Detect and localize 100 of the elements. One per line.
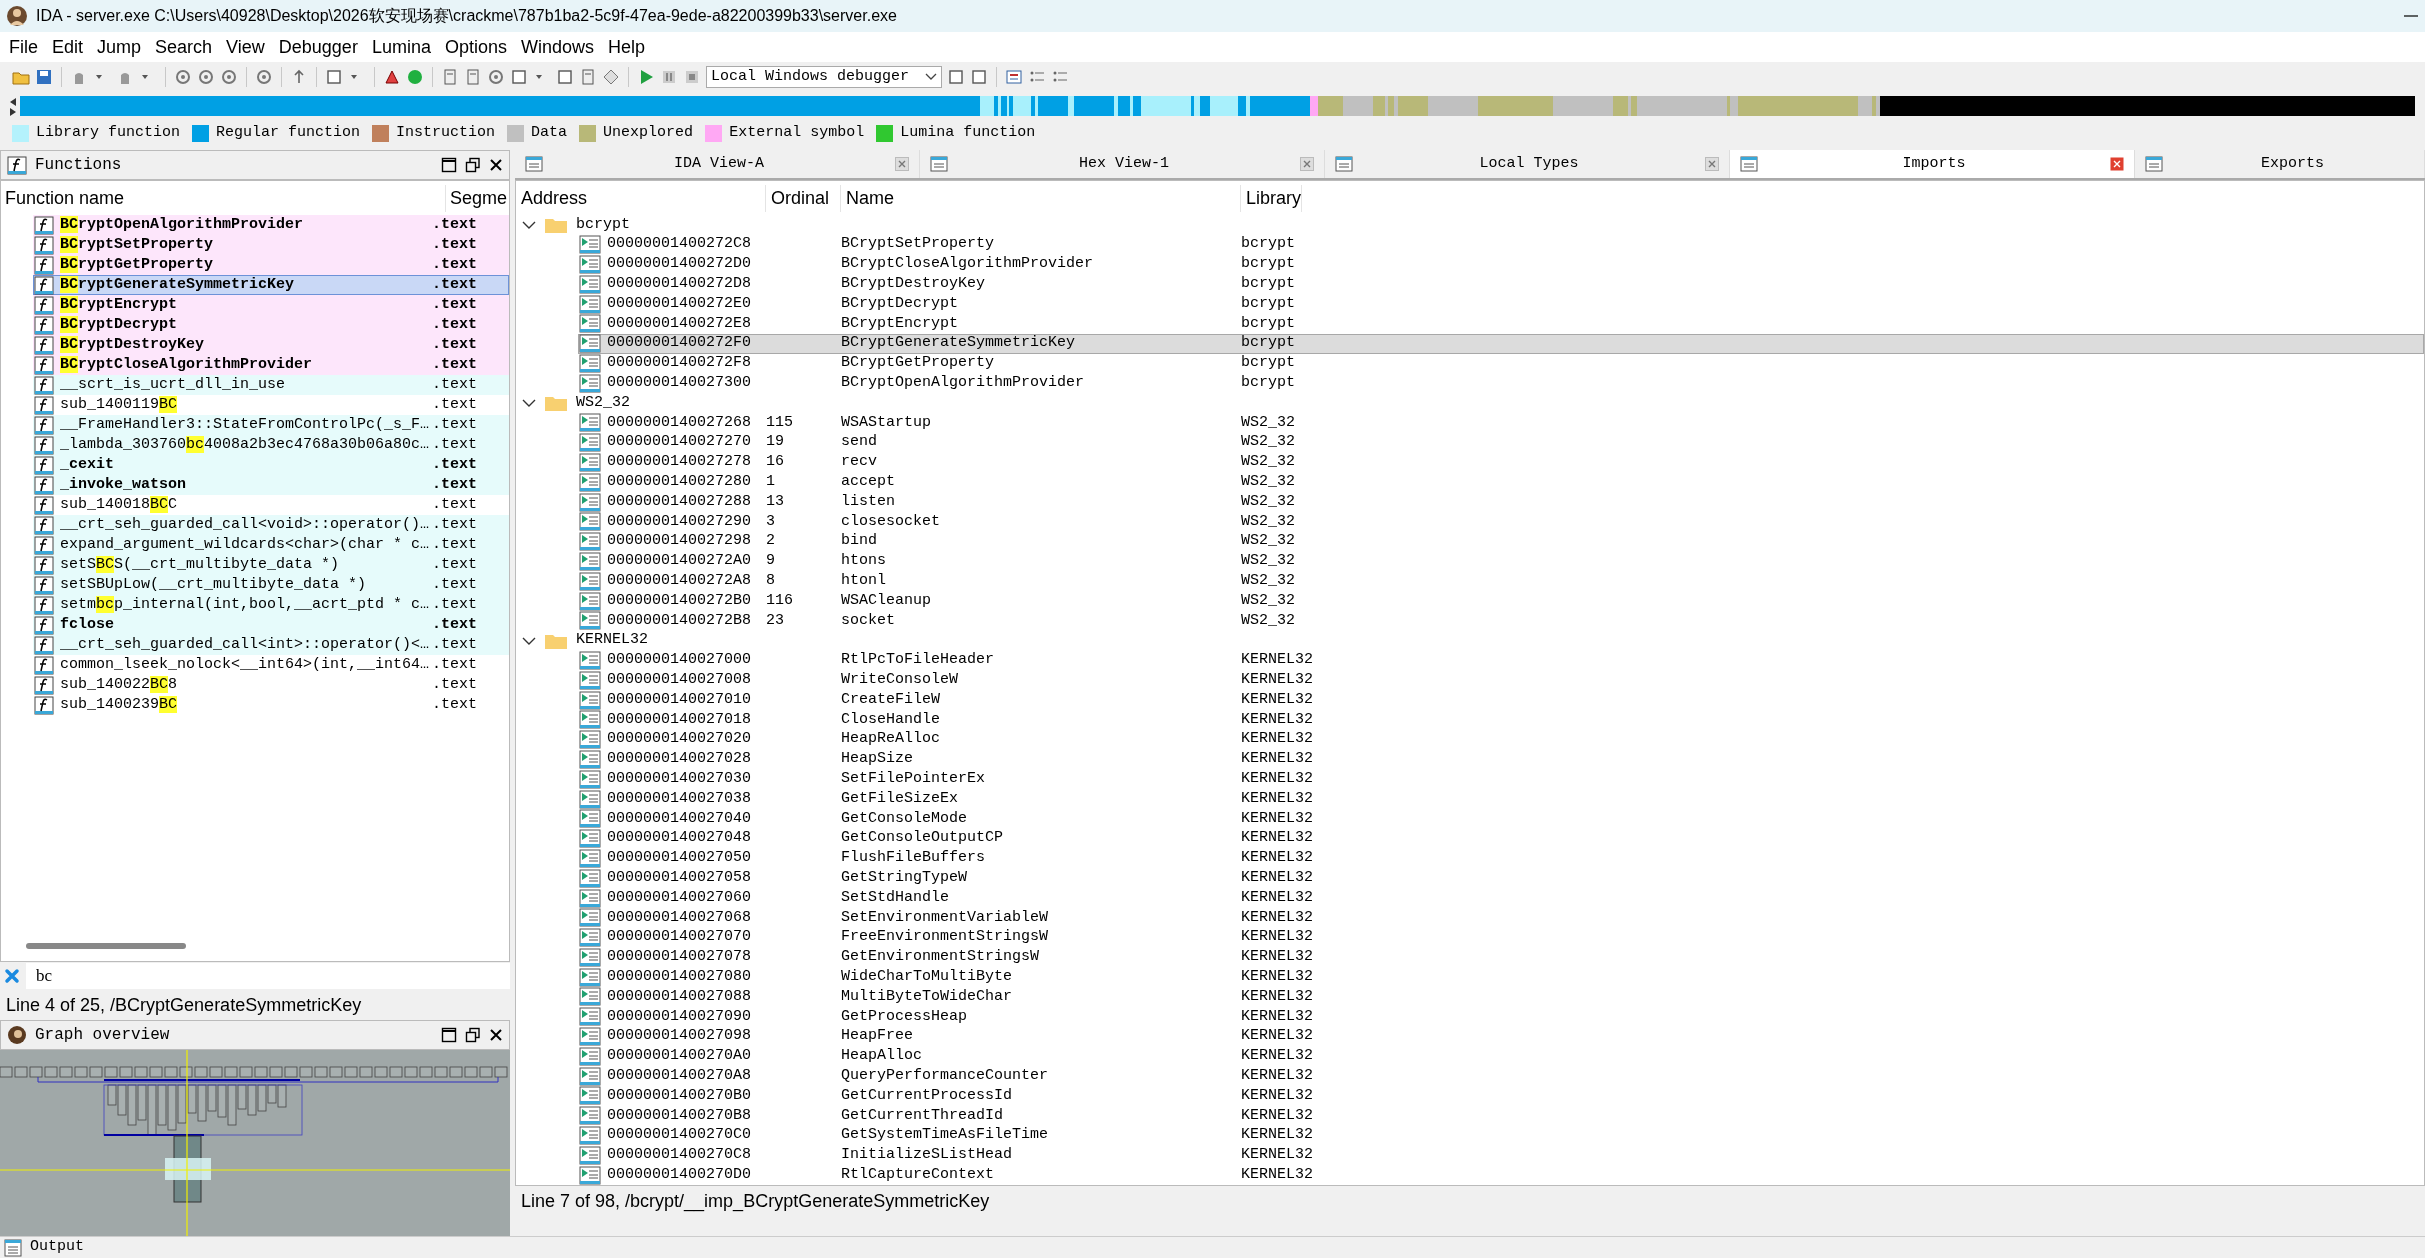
menu-item[interactable]: Lumina: [364, 33, 438, 61]
function-row[interactable]: _invoke_watson .text: [33, 475, 509, 495]
menu-item[interactable]: Help: [601, 33, 653, 61]
import-row[interactable]: 0000000140027078 GetEnvironmentStringsW KERNEL32: [578, 947, 2424, 968]
import-row[interactable]: 00000001400272D0 BCryptCloseAlgorithmProvider bcrypt: [578, 254, 2424, 275]
import-row[interactable]: 0000000140027038 GetFileSizeEx KERNEL32: [578, 789, 2424, 809]
import-row[interactable]: 00000001400272C8 BCryptSetProperty bcrypt: [578, 234, 2424, 255]
tab[interactable]: Imports: [1730, 150, 2135, 178]
import-row[interactable]: 00000001400272E8 BCryptEncrypt bcrypt: [578, 314, 2424, 334]
import-row[interactable]: 0000000140027080 WideCharToMultiByte KERNEL32: [578, 967, 2424, 988]
import-row[interactable]: 0000000140027050 FlushFileBuffers KERNEL32: [578, 848, 2424, 869]
import-row[interactable]: 00000001400270C0 GetSystemTimeAsFileTime KERNEL32: [578, 1125, 2424, 1146]
column-header[interactable]: Name: [841, 184, 1241, 212]
float-icon[interactable]: [465, 157, 481, 173]
column-header[interactable]: Ordinal: [766, 184, 841, 212]
import-row[interactable]: 00000001400270C8 InitializeSListHead KERNEL32: [578, 1145, 2424, 1166]
import-row[interactable]: 00000001400270D0 RtlCaptureContext KERNEL32: [578, 1165, 2424, 1186]
import-row[interactable]: 0000000140027020 HeapReAlloc KERNEL32: [578, 729, 2424, 750]
close-icon[interactable]: [489, 158, 503, 172]
square-icon[interactable]: [510, 68, 528, 86]
import-row[interactable]: 0000000140027000 RtlPcToFileHeader KERNEL32: [578, 650, 2424, 671]
import-row[interactable]: 0000000140027098 HeapFree KERNEL32: [578, 1026, 2424, 1047]
function-row[interactable]: BCryptEncrypt .text: [33, 295, 509, 315]
import-row[interactable]: 0000000140027010 CreateFileW KERNEL32: [578, 690, 2424, 710]
import-row[interactable]: 0000000140027270 19 send WS2_32: [578, 432, 2424, 453]
import-row[interactable]: 0000000140027290 3 closesocket WS2_32: [578, 511, 2424, 532]
stop-icon[interactable]: [683, 68, 701, 86]
import-row[interactable]: 00000001400272F0 BCryptGenerateSymmetricKey bcrypt: [578, 333, 2424, 354]
function-row[interactable]: __crt_seh_guarded_call<void>::operator()… .text: [33, 515, 509, 535]
column-header[interactable]: Segme: [446, 184, 508, 212]
column-header[interactable]: Address: [516, 184, 766, 212]
import-row[interactable]: 0000000140027088 MultiByteToWideChar KERNEL32: [578, 987, 2424, 1007]
menu-item[interactable]: Options: [437, 33, 514, 61]
menu-item[interactable]: Search: [148, 33, 220, 61]
maximize-icon[interactable]: [441, 1027, 457, 1043]
import-row[interactable]: 0000000140027278 16 recv WS2_32: [578, 452, 2424, 473]
function-row[interactable]: fclose .text: [33, 615, 509, 635]
circle-icon[interactable]: [406, 68, 424, 86]
page-icon[interactable]: [464, 68, 482, 86]
diamond-icon[interactable]: [602, 68, 620, 86]
square-icon[interactable]: [556, 68, 574, 86]
ring-icon[interactable]: [255, 68, 273, 86]
function-row[interactable]: expand_argument_wildcards<char>(char * c… .text: [33, 535, 509, 555]
save-icon[interactable]: [35, 68, 53, 86]
pause-icon[interactable]: [660, 68, 678, 86]
clear-filter-icon[interactable]: [4, 968, 20, 984]
menu-item[interactable]: Edit: [45, 33, 91, 61]
import-row[interactable]: 00000001400272A0 9 htons WS2_32: [578, 551, 2424, 572]
import-row[interactable]: 0000000140027288 13 listen WS2_32: [578, 492, 2424, 512]
scroll-arrows-icon[interactable]: [8, 96, 18, 116]
column-header[interactable]: Function name: [1, 184, 446, 212]
function-row[interactable]: __FrameHandler3::StateFromControlPc(_s_F… .text: [33, 415, 509, 435]
menu-item[interactable]: Debugger: [271, 33, 365, 61]
function-row[interactable]: setSBUpLow(__crt_multibyte_data *) .text: [33, 575, 509, 595]
function-row[interactable]: BCryptCloseAlgorithmProvider .text: [33, 355, 509, 375]
import-row[interactable]: 0000000140027028 HeapSize KERNEL32: [578, 749, 2424, 770]
import-row[interactable]: 0000000140027090 GetProcessHeap KERNEL32: [578, 1006, 2424, 1027]
function-row[interactable]: __scrt_is_ucrt_dll_in_use .text: [33, 375, 509, 395]
ring-icon[interactable]: [220, 68, 238, 86]
import-row[interactable]: 00000001400272E0 BCryptDecrypt bcrypt: [578, 294, 2424, 314]
column-header[interactable]: Library: [1241, 184, 1303, 212]
navigation-band-drawing[interactable]: [20, 96, 2415, 116]
chevron-down-icon[interactable]: [522, 398, 536, 409]
import-row[interactable]: 00000001400272F8 BCryptGetProperty bcrypt: [578, 353, 2424, 374]
square-icon[interactable]: [325, 68, 343, 86]
ring-icon[interactable]: [487, 68, 505, 86]
chevron-down-icon[interactable]: [522, 635, 536, 646]
import-row[interactable]: 0000000140027070 FreeEnvironmentStringsW KERNEL32: [578, 927, 2424, 948]
page-icon[interactable]: [579, 68, 597, 86]
filter-field[interactable]: bc: [26, 963, 510, 989]
debugger-dropdown[interactable]: Local Windows debugger: [706, 66, 942, 88]
tab-close-icon[interactable]: [1705, 157, 1719, 171]
menu-item[interactable]: View: [219, 33, 272, 61]
chevron-down-icon[interactable]: [522, 219, 536, 230]
function-row[interactable]: BCryptSetProperty .text: [33, 235, 509, 255]
import-row[interactable]: 0000000140027048 GetConsoleOutputCP KERNEL32: [578, 828, 2424, 849]
import-row[interactable]: 0000000140027060 SetStdHandle KERNEL32: [578, 888, 2424, 908]
graph-overview-drawing[interactable]: [0, 1050, 510, 1236]
import-row[interactable]: 0000000140027298 2 bind WS2_32: [578, 531, 2424, 552]
import-row[interactable]: 0000000140027058 GetStringTypeW KERNEL32: [578, 868, 2424, 889]
import-row[interactable]: 00000001400270A8 QueryPerformanceCounter KERNEL32: [578, 1066, 2424, 1087]
tab-close-icon[interactable]: [2110, 157, 2124, 171]
import-row[interactable]: 00000001400270B0 GetCurrentProcessId KERNEL32: [578, 1086, 2424, 1106]
import-row[interactable]: 00000001400272B8 23 socket WS2_32: [578, 610, 2424, 631]
square-icon[interactable]: [947, 68, 965, 86]
function-row[interactable]: BCryptDestroyKey .text: [33, 335, 509, 355]
import-row[interactable]: 00000001400272B0 116 WSACleanup WS2_32: [578, 591, 2424, 611]
import-row[interactable]: 0000000140027300 BCryptOpenAlgorithmProvider bcrypt: [578, 373, 2424, 394]
tab-close-icon[interactable]: [1300, 157, 1314, 171]
function-row[interactable]: BCryptGenerateSymmetricKey .text: [33, 275, 509, 295]
scrollbar-thumb[interactable]: [26, 943, 186, 949]
import-row[interactable]: 00000001400270B8 GetCurrentThreadId KERNEL32: [578, 1105, 2424, 1126]
import-row[interactable]: 0000000140027040 GetConsoleMode KERNEL32: [578, 808, 2424, 829]
function-row[interactable]: setmbcp_internal(int,bool,__acrt_ptd * c… .text: [33, 595, 509, 615]
ring-icon[interactable]: [174, 68, 192, 86]
function-row[interactable]: BCryptGetProperty .text: [33, 255, 509, 275]
import-row[interactable]: 00000001400272D8 BCryptDestroyKey bcrypt: [578, 274, 2424, 295]
function-row[interactable]: BCryptDecrypt .text: [33, 315, 509, 335]
import-row[interactable]: 0000000140027030 SetFilePointerEx KERNEL32: [578, 769, 2424, 790]
import-row[interactable]: 0000000140027018 CloseHandle KERNEL32: [578, 709, 2424, 730]
